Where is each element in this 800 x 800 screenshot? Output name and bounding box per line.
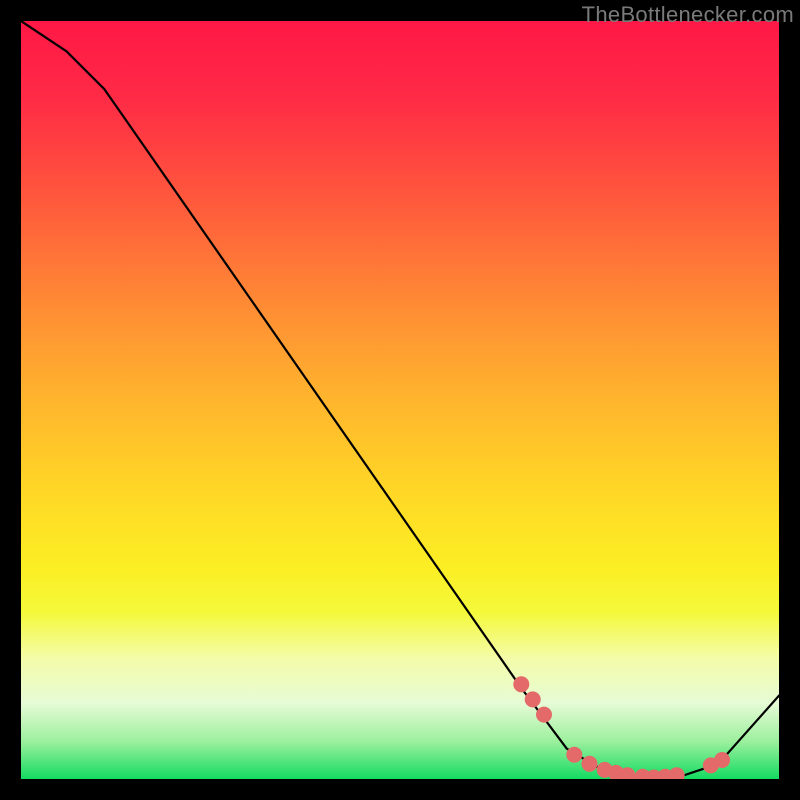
highlight-dots — [513, 676, 730, 779]
highlight-dot — [536, 707, 552, 723]
highlight-dot — [513, 676, 529, 692]
highlight-dot — [525, 691, 541, 707]
watermark-text: TheBottlenecker.com — [582, 2, 794, 28]
bottleneck-curve-layer — [21, 21, 779, 779]
highlight-dot — [714, 752, 730, 768]
highlight-dot — [669, 767, 685, 779]
bottleneck-curve — [21, 21, 779, 779]
highlight-dot — [582, 756, 598, 772]
highlight-dot — [566, 747, 582, 763]
